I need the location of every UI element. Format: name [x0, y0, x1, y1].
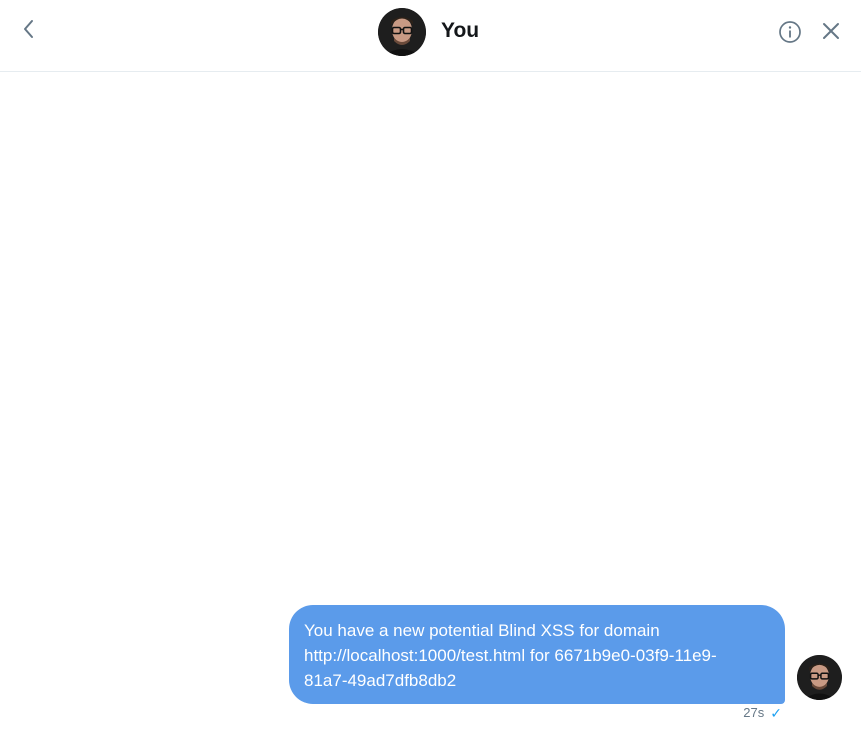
info-icon	[778, 20, 802, 49]
message-bubble[interactable]: You have a new potential Blind XSS for d…	[289, 605, 785, 704]
message-meta: 27s ✓	[743, 705, 782, 720]
message-sender-avatar[interactable]	[797, 655, 842, 700]
message-timestamp: 27s	[743, 705, 765, 720]
message-list: You have a new potential Blind XSS for d…	[0, 72, 861, 743]
header-avatar[interactable]	[378, 8, 426, 56]
info-button[interactable]	[777, 20, 803, 49]
checkmark-icon: ✓	[770, 704, 782, 721]
chevron-left-icon	[21, 18, 35, 45]
message-text-line: 81a7-49ad7dfb8db2	[304, 671, 457, 690]
dm-conversation-window: You You have a new potential Blind XSS f…	[0, 0, 861, 743]
close-icon	[822, 22, 840, 45]
back-button[interactable]	[14, 16, 42, 46]
close-button[interactable]	[819, 21, 843, 45]
message-text-line: http://localhost:1000/test.html for 6671…	[304, 646, 717, 665]
conversation-title: You	[441, 19, 480, 42]
conversation-header: You	[0, 0, 861, 72]
message-text-line: You have a new potential Blind XSS for d…	[304, 621, 660, 640]
